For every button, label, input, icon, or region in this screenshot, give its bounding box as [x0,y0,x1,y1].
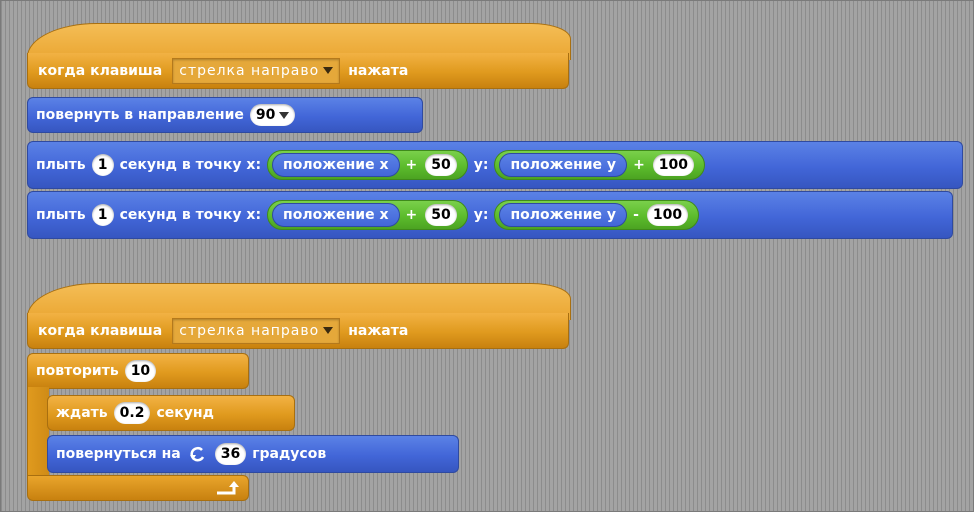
pressed-label: нажата [348,62,409,79]
key-dropdown[interactable]: стрелка направо [172,57,341,84]
x-position-reporter[interactable]: положение x [272,153,400,177]
glide-to-label: секунд в точку x: [119,207,262,223]
key-option: стрелка направо [179,322,320,339]
subtract-operator-y[interactable]: положение y - 100 [494,200,700,230]
direction-input[interactable]: 90 [249,104,296,126]
turn-label: повернуться на [56,446,181,462]
glide-block-2[interactable]: плыть 1 секунд в точку x: положение x + … [27,191,953,239]
add-operator-x[interactable]: положение x + 50 [267,200,468,230]
turn-right-block[interactable]: повернуться на 36 градусов [47,435,459,473]
loop-return-arrow-icon [217,481,239,495]
pressed-label: нажата [348,322,409,339]
dropdown-triangle-icon [279,111,290,119]
y-offset-input[interactable]: 100 [652,154,695,176]
dropdown-triangle-icon [323,67,334,74]
when-key-pressed-block-2[interactable]: когда клавиша стрелка направо нажата [27,313,569,349]
repeat-count-input[interactable]: 10 [124,360,157,382]
wait-seconds-input[interactable]: 0.2 [113,402,151,424]
glide-to-label: секунд в точку x: [119,157,262,173]
key-dropdown[interactable]: стрелка направо [172,317,341,344]
repeat-label: повторить [36,363,119,379]
point-in-direction-block[interactable]: повернуть в направление 90 [27,97,423,133]
operator-sign: - [633,207,639,223]
operator-sign: + [405,157,418,173]
add-operator-x[interactable]: положение x + 50 [267,150,468,180]
scripts-area[interactable]: когда клавиша стрелка направо нажата пов… [0,0,974,512]
direction-value: 90 [255,107,276,123]
wait-label: ждать [56,405,108,421]
secs-input[interactable]: 1 [91,204,114,226]
when-key-label: когда клавиша [38,322,163,339]
glide-block-1[interactable]: плыть 1 секунд в точку x: положение x + … [27,141,963,189]
y-offset-input[interactable]: 100 [646,204,689,226]
x-offset-input[interactable]: 50 [425,204,457,226]
glide-label: плыть [36,157,86,173]
wait-block[interactable]: ждать 0.2 секунд [47,395,295,431]
y-label: y: [473,207,489,223]
y-position-reporter[interactable]: положение y [499,203,628,227]
dropdown-triangle-icon [323,327,334,334]
repeat-c-arm [27,387,49,479]
repeat-c-foot [27,475,249,501]
y-position-reporter[interactable]: положение y [499,153,628,177]
turn-unit: градусов [252,446,327,462]
secs-input[interactable]: 1 [91,154,114,176]
operator-sign: + [405,207,418,223]
x-offset-input[interactable]: 50 [425,154,457,176]
wait-unit: секунд [156,405,214,421]
point-label: повернуть в направление [36,107,244,123]
repeat-block[interactable]: повторить 10 [27,353,249,389]
turn-degrees-input[interactable]: 36 [214,443,247,465]
glide-label: плыть [36,207,86,223]
x-position-reporter[interactable]: положение x [272,203,400,227]
key-option: стрелка направо [179,62,320,79]
add-operator-y[interactable]: положение y + 100 [494,150,706,180]
when-key-pressed-block-1[interactable]: когда клавиша стрелка направо нажата [27,53,569,89]
when-key-label: когда клавиша [38,62,163,79]
operator-sign: + [633,157,645,173]
y-label: y: [473,157,489,173]
rotate-clockwise-icon [189,446,204,462]
